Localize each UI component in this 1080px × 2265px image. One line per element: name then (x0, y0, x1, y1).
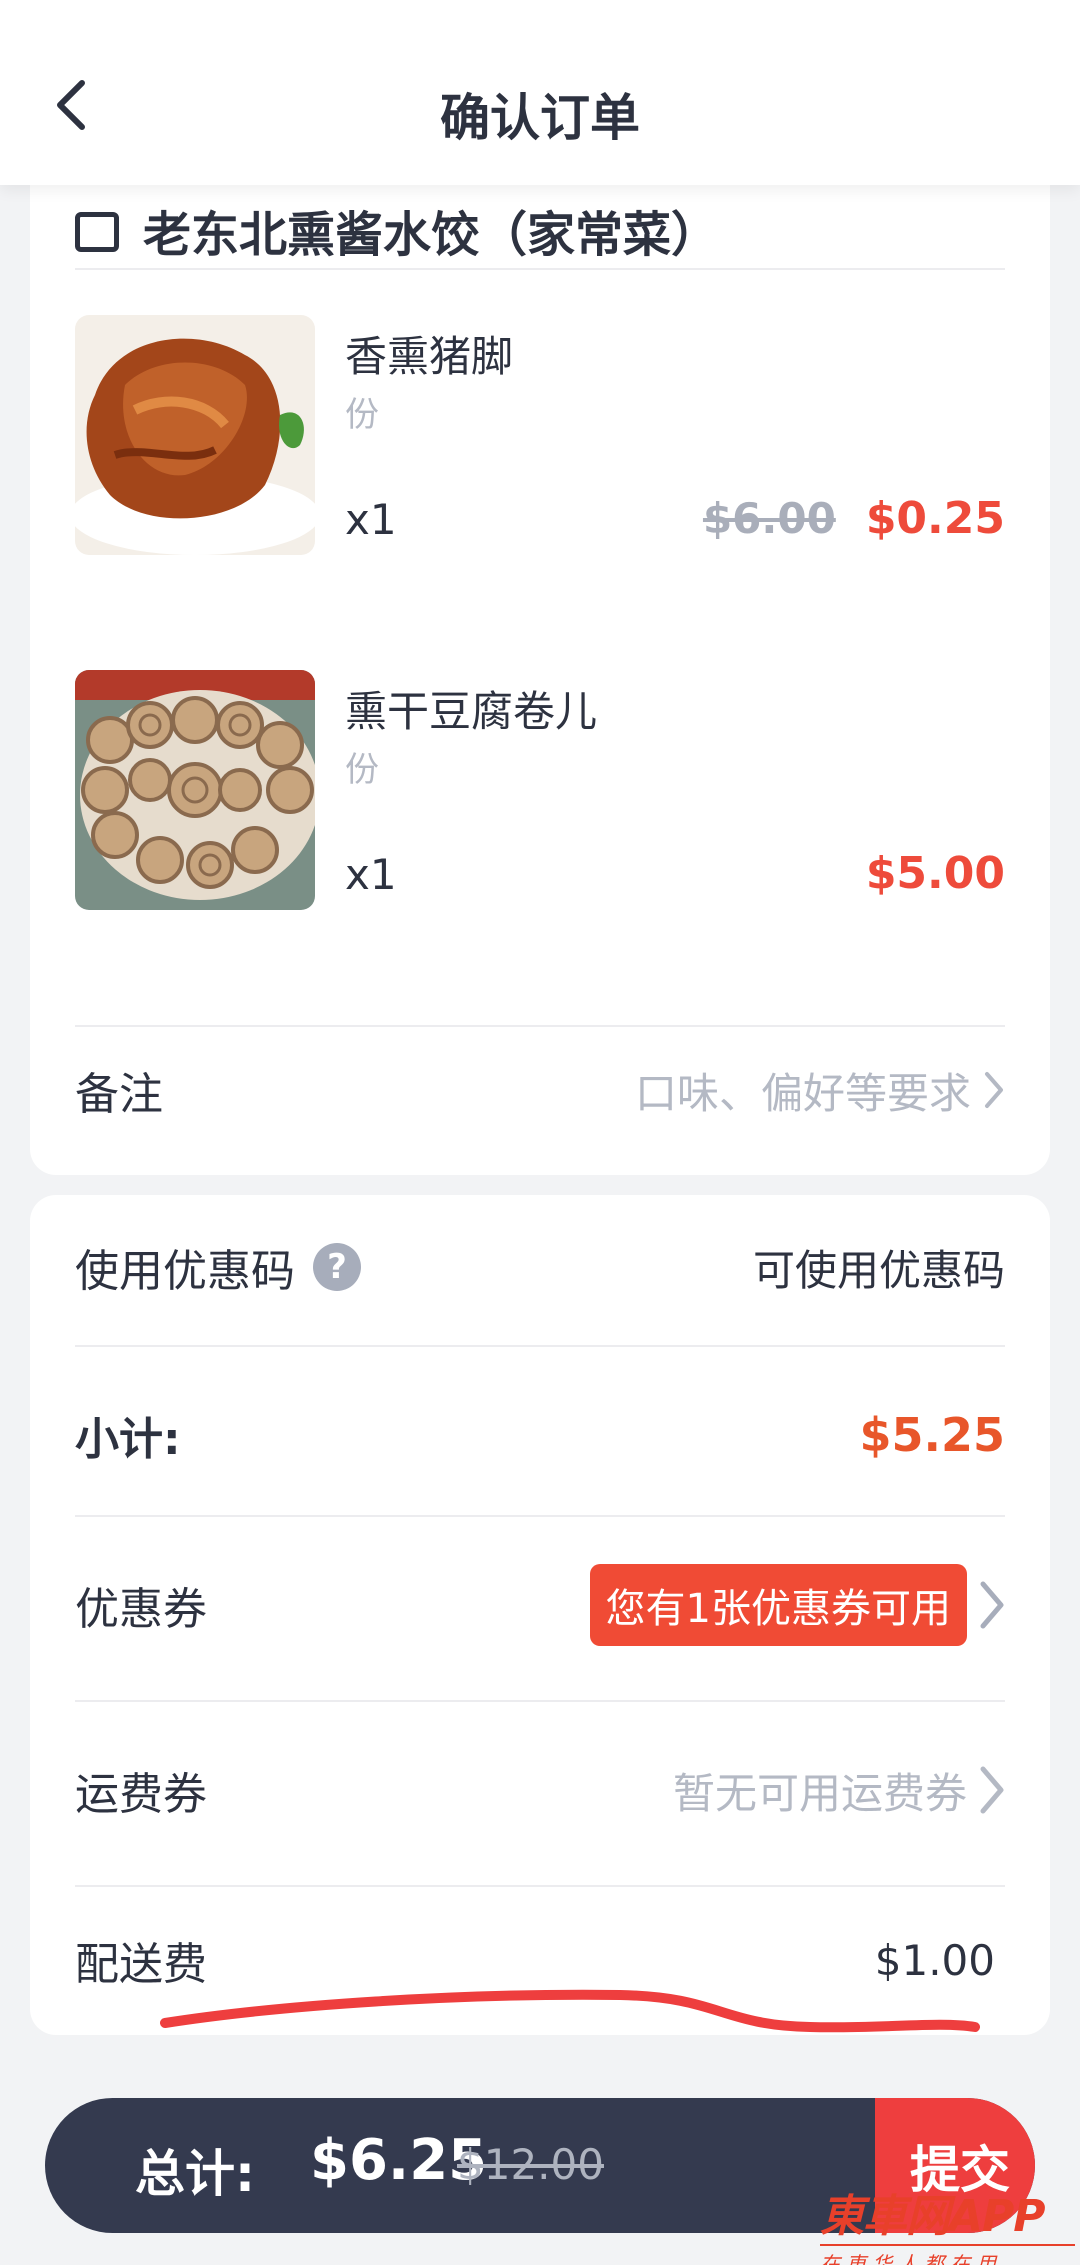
total-original-price: $12.00 (457, 2140, 604, 2189)
coupon-available-badge[interactable]: 您有1张优惠券可用 (589, 1564, 967, 1646)
total-label: 总计: (135, 2145, 255, 2203)
coupon-row[interactable]: 优惠券 您有1张优惠券可用 (75, 1545, 1005, 1665)
promo-code-value[interactable]: 可使用优惠码 (753, 1237, 1005, 1298)
delivery-fee-value: $1.00 (874, 1935, 995, 1985)
order-item: 香熏猪脚 份 x1 $6.00 $0.25 (75, 315, 1005, 555)
item-unit: 份 (345, 395, 379, 435)
item-quantity: x1 (345, 495, 397, 544)
remark-label: 备注 (75, 1069, 163, 1120)
watermark-logo: 東車网APP 在東华人都在用 (820, 2180, 1075, 2265)
item-unit: 份 (345, 750, 379, 790)
item-original-price: $6.00 (702, 494, 836, 543)
divider (75, 1885, 1005, 1887)
chevron-right-icon (979, 1765, 1005, 1815)
watermark-brand: 東車网APP (820, 2191, 1046, 2242)
page-title: 确认订单 (440, 89, 640, 147)
remark-placeholder: 口味、偏好等要求 (634, 1068, 971, 1118)
subtotal-row: 小计: $5.25 (75, 1375, 1005, 1495)
divider (75, 1700, 1005, 1702)
product-image-tofu-roll (75, 670, 315, 910)
watermark-tagline: 在東华人都在用 (820, 2244, 1075, 2265)
item-prices: $5.00 (866, 848, 1005, 899)
divider (75, 1025, 1005, 1027)
shipping-coupon-row[interactable]: 运费券 暂无可用运费券 (75, 1730, 1005, 1850)
top-nav-bar: 确认订单 (0, 0, 1080, 185)
item-quantity: x1 (345, 850, 397, 899)
shipping-coupon-value: 暂无可用运费券 (672, 1768, 967, 1818)
product-image-pork-trotter (75, 315, 315, 555)
divider (75, 1345, 1005, 1347)
item-prices: $6.00 $0.25 (703, 493, 1005, 544)
remark-row[interactable]: 备注 口味、偏好等要求 (75, 1030, 1005, 1150)
shop-header[interactable]: 老东北熏酱水饺（家常菜） (75, 170, 1005, 270)
annotation-underline (160, 1989, 980, 2033)
shop-name: 老东北熏酱水饺（家常菜） (143, 207, 720, 263)
shop-icon (75, 212, 119, 252)
order-items-card: 老东北熏酱水饺（家常菜） 香熏猪脚 份 x1 $6.00 $0.25 熏干豆腐卷… (30, 140, 1050, 1175)
item-name: 香熏猪脚 (345, 332, 514, 381)
remark-input[interactable]: 口味、偏好等要求 (635, 1060, 1005, 1121)
subtotal-label: 小计: (75, 1414, 181, 1465)
divider (75, 268, 1005, 270)
chevron-right-icon (983, 1070, 1005, 1110)
coupon-label: 优惠券 (75, 1584, 207, 1635)
chevron-right-icon (979, 1580, 1005, 1630)
delivery-fee-label: 配送费 (75, 1939, 207, 1990)
promo-code-label: 使用优惠码 (75, 1246, 295, 1297)
subtotal-value: $5.25 (859, 1408, 1005, 1462)
shipping-coupon-label: 运费券 (75, 1769, 207, 1820)
promo-code-row[interactable]: 使用优惠码 ? 可使用优惠码 (75, 1207, 1005, 1327)
order-summary-card: 使用优惠码 ? 可使用优惠码 小计: $5.25 优惠券 您有1张优惠券可用 运… (30, 1195, 1050, 2035)
help-icon[interactable]: ? (313, 1243, 361, 1291)
order-item: 熏干豆腐卷儿 份 x1 $5.00 (75, 670, 1005, 910)
divider (75, 1515, 1005, 1517)
item-price: $5.00 (865, 848, 1005, 899)
item-price: $0.25 (865, 493, 1005, 544)
item-name: 熏干豆腐卷儿 (345, 687, 598, 736)
